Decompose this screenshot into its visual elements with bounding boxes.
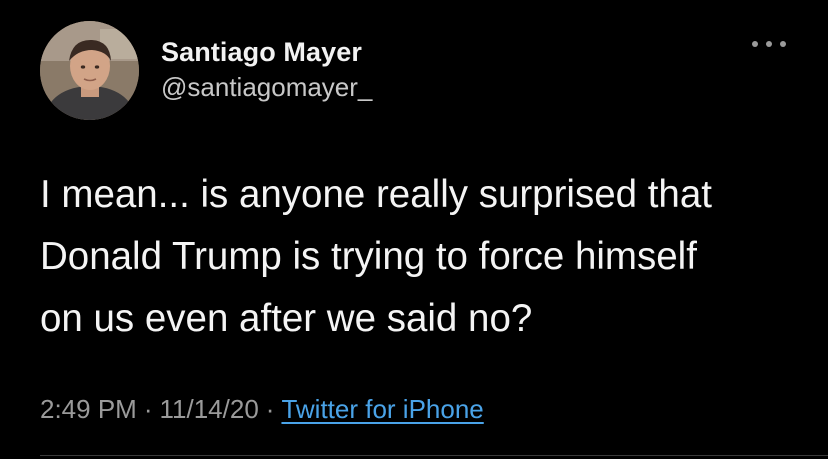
divider bbox=[40, 455, 828, 456]
author-display-name[interactable]: Santiago Mayer bbox=[161, 37, 362, 68]
tweet-date: 11/14/20 bbox=[159, 394, 259, 424]
tweet-source-link[interactable]: Twitter for iPhone bbox=[281, 394, 483, 424]
tweet-metadata: 2:49 PM · 11/14/20 · Twitter for iPhone bbox=[40, 394, 484, 425]
author-handle[interactable]: @santiagomayer_ bbox=[161, 72, 372, 103]
separator: · bbox=[265, 394, 275, 424]
more-options-icon[interactable] bbox=[752, 34, 786, 54]
avatar-photo-icon bbox=[40, 21, 139, 120]
tweet: Santiago Mayer @santiagomayer_ I mean...… bbox=[0, 0, 828, 459]
tweet-time: 2:49 PM bbox=[40, 394, 137, 424]
dot-icon bbox=[752, 41, 758, 47]
avatar[interactable] bbox=[40, 21, 139, 120]
tweet-text: I mean... is anyone really surprised tha… bbox=[40, 173, 712, 340]
dot-icon bbox=[766, 41, 772, 47]
separator: · bbox=[143, 394, 153, 424]
dot-icon bbox=[780, 41, 786, 47]
